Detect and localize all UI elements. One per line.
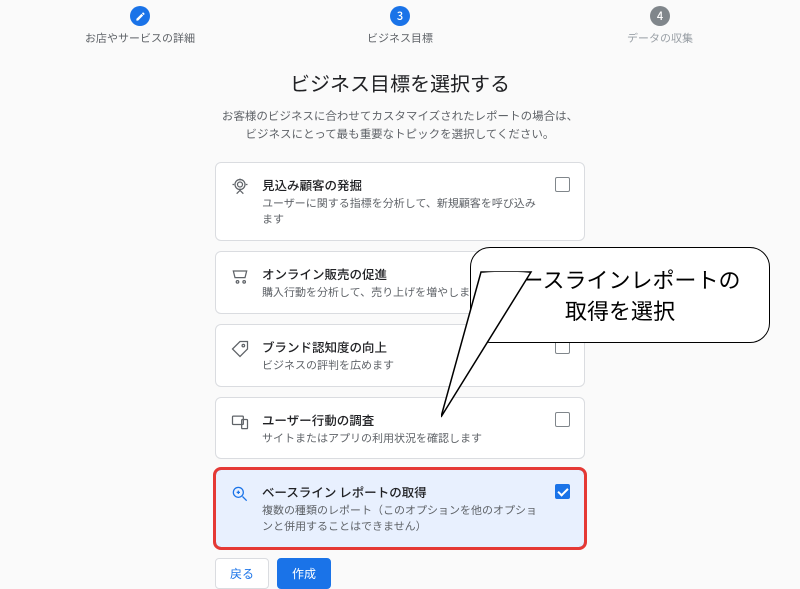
create-button[interactable]: 作成 bbox=[277, 558, 331, 589]
step-data-collection[interactable]: 4 データの収集 bbox=[530, 6, 790, 46]
goal-card-desc: 複数の種類のレポート（このオプションを他のオプションと併用することはできません） bbox=[262, 503, 543, 535]
stepper: お店やサービスの詳細 3 ビジネス目標 4 データの収集 bbox=[0, 0, 800, 46]
step-number-icon: 4 bbox=[650, 6, 670, 26]
step-number-icon: 3 bbox=[390, 6, 410, 26]
goal-card-title: 見込み顧客の発掘 bbox=[262, 175, 543, 194]
pencil-icon bbox=[130, 6, 150, 26]
goal-card-desc: サイトまたはアプリの利用状況を確認します bbox=[262, 431, 543, 447]
goal-card-leads[interactable]: 見込み顧客の発掘 ユーザーに関する指標を分析して、新規顧客を呼び込みます bbox=[215, 162, 585, 241]
devices-icon bbox=[230, 412, 250, 432]
goal-checkbox[interactable] bbox=[555, 484, 570, 499]
report-icon bbox=[230, 484, 250, 504]
goal-checkbox[interactable] bbox=[555, 177, 570, 192]
target-icon bbox=[230, 177, 250, 197]
step-label: ビジネス目標 bbox=[367, 30, 433, 46]
goal-card-baseline-report[interactable]: ベースライン レポートの取得 複数の種類のレポート（このオプションを他のオプショ… bbox=[215, 469, 585, 548]
cart-icon bbox=[230, 266, 250, 286]
step-label: お店やサービスの詳細 bbox=[85, 30, 195, 46]
page-subtitle: お客様のビジネスに合わせてカスタマイズされたレポートの場合は、 ビジネスにとって… bbox=[222, 107, 578, 144]
annotation-callout: ベースラインレポートの取得を選択 bbox=[470, 247, 770, 343]
step-label: データの収集 bbox=[627, 30, 693, 46]
page-title: ビジネス目標を選択する bbox=[290, 68, 510, 97]
button-row: 戻る 作成 bbox=[215, 558, 585, 589]
goal-card-desc: ユーザーに関する指標を分析して、新規顧客を呼び込みます bbox=[262, 196, 543, 228]
tag-icon bbox=[230, 339, 250, 359]
callout-tail-icon bbox=[441, 262, 561, 422]
back-button[interactable]: 戻る bbox=[215, 558, 269, 589]
step-business-details[interactable]: お店やサービスの詳細 bbox=[10, 6, 270, 46]
goal-card-title: ベースライン レポートの取得 bbox=[262, 482, 543, 501]
step-business-goal[interactable]: 3 ビジネス目標 bbox=[270, 6, 530, 46]
